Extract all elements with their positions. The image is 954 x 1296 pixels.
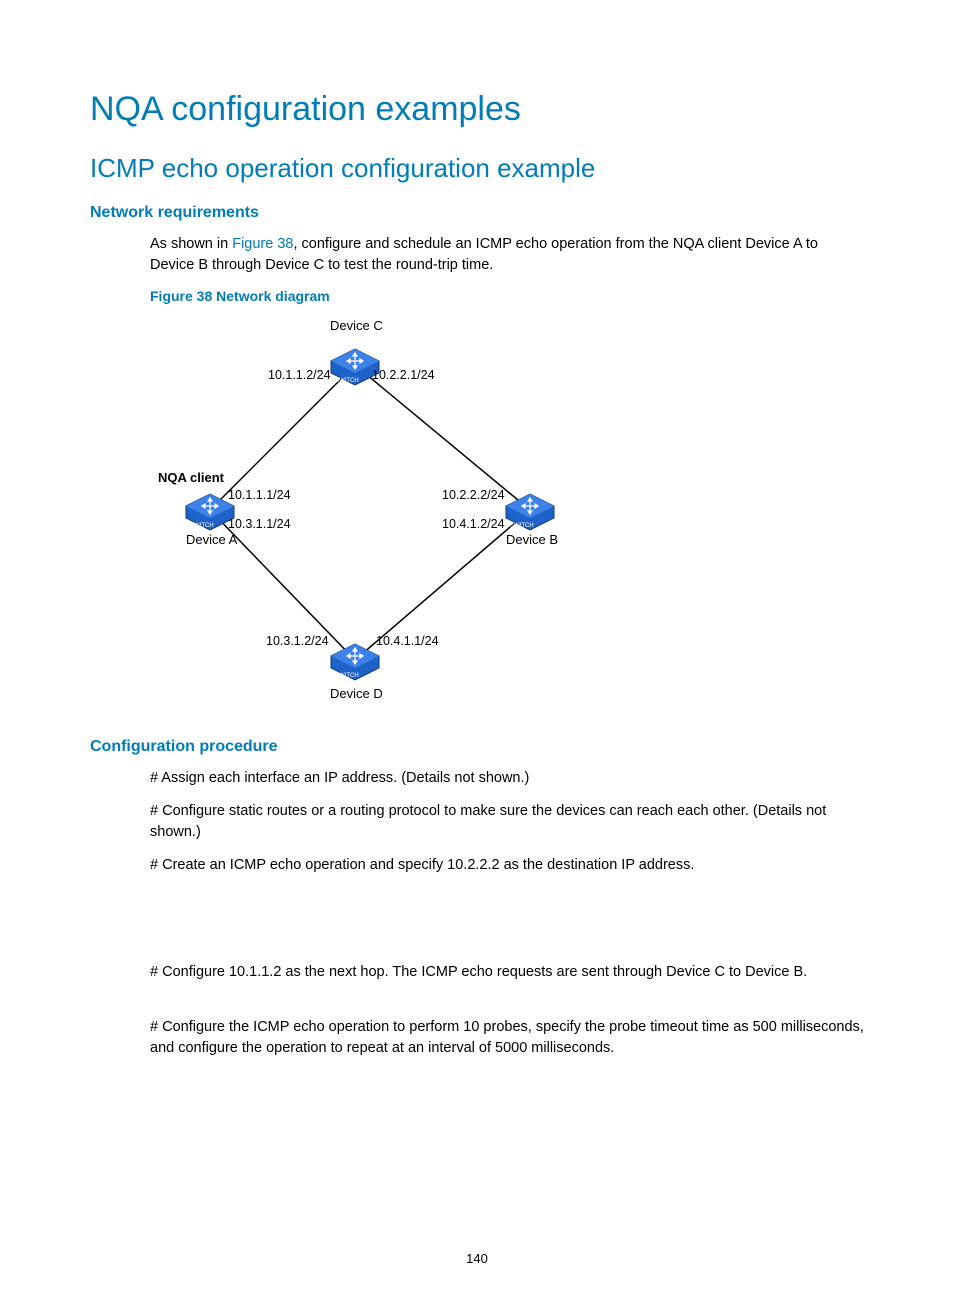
label-nqa-client: NQA client <box>158 470 224 485</box>
ip-b-bot: 10.4.1.2/24 <box>442 517 505 531</box>
proc-step-2: # Configure static routes or a routing p… <box>150 801 864 843</box>
heading-2: ICMP echo operation configuration exampl… <box>90 153 864 184</box>
ip-a-bot: 10.3.1.1/24 <box>228 517 291 531</box>
proc-step-4: # Configure 10.1.1.2 as the next hop. Th… <box>150 962 864 983</box>
network-diagram: SWITCH SWITCH <box>150 310 610 720</box>
intro-paragraph: As shown in Figure 38, configure and sch… <box>150 234 864 276</box>
proc-step-1: # Assign each interface an IP address. (… <box>150 768 864 789</box>
proc-step-3: # Create an ICMP echo operation and spec… <box>150 855 864 876</box>
intro-block: As shown in Figure 38, configure and sch… <box>150 234 864 720</box>
ip-a-top: 10.1.1.1/24 <box>228 488 291 502</box>
heading-1: NQA configuration examples <box>90 90 864 129</box>
ip-ad: 10.3.1.2/24 <box>266 634 329 648</box>
heading-configuration-procedure: Configuration procedure <box>90 738 864 756</box>
label-device-a: Device A <box>186 532 237 547</box>
ip-db: 10.4.1.1/24 <box>376 634 439 648</box>
ip-ac: 10.1.1.2/24 <box>268 368 331 382</box>
svg-text:SWITCH: SWITCH <box>335 673 359 679</box>
page-number: 140 <box>0 1251 954 1266</box>
svg-text:SWITCH: SWITCH <box>335 378 359 384</box>
procedure-block: # Assign each interface an IP address. (… <box>150 768 864 1059</box>
ip-b-top: 10.2.2.2/24 <box>442 488 505 502</box>
figure-link[interactable]: Figure 38 <box>232 236 293 252</box>
label-device-c: Device C <box>330 318 383 333</box>
svg-text:SWITCH: SWITCH <box>190 523 214 529</box>
ip-cb: 10.2.2.1/24 <box>372 368 435 382</box>
intro-pre: As shown in <box>150 236 232 252</box>
heading-network-requirements: Network requirements <box>90 204 864 222</box>
page: NQA configuration examples ICMP echo ope… <box>0 0 954 1296</box>
label-device-d: Device D <box>330 686 383 701</box>
figure-caption: Figure 38 Network diagram <box>150 288 864 304</box>
label-device-b: Device B <box>506 532 558 547</box>
svg-text:SWITCH: SWITCH <box>510 523 534 529</box>
proc-step-5: # Configure the ICMP echo operation to p… <box>150 1017 864 1059</box>
